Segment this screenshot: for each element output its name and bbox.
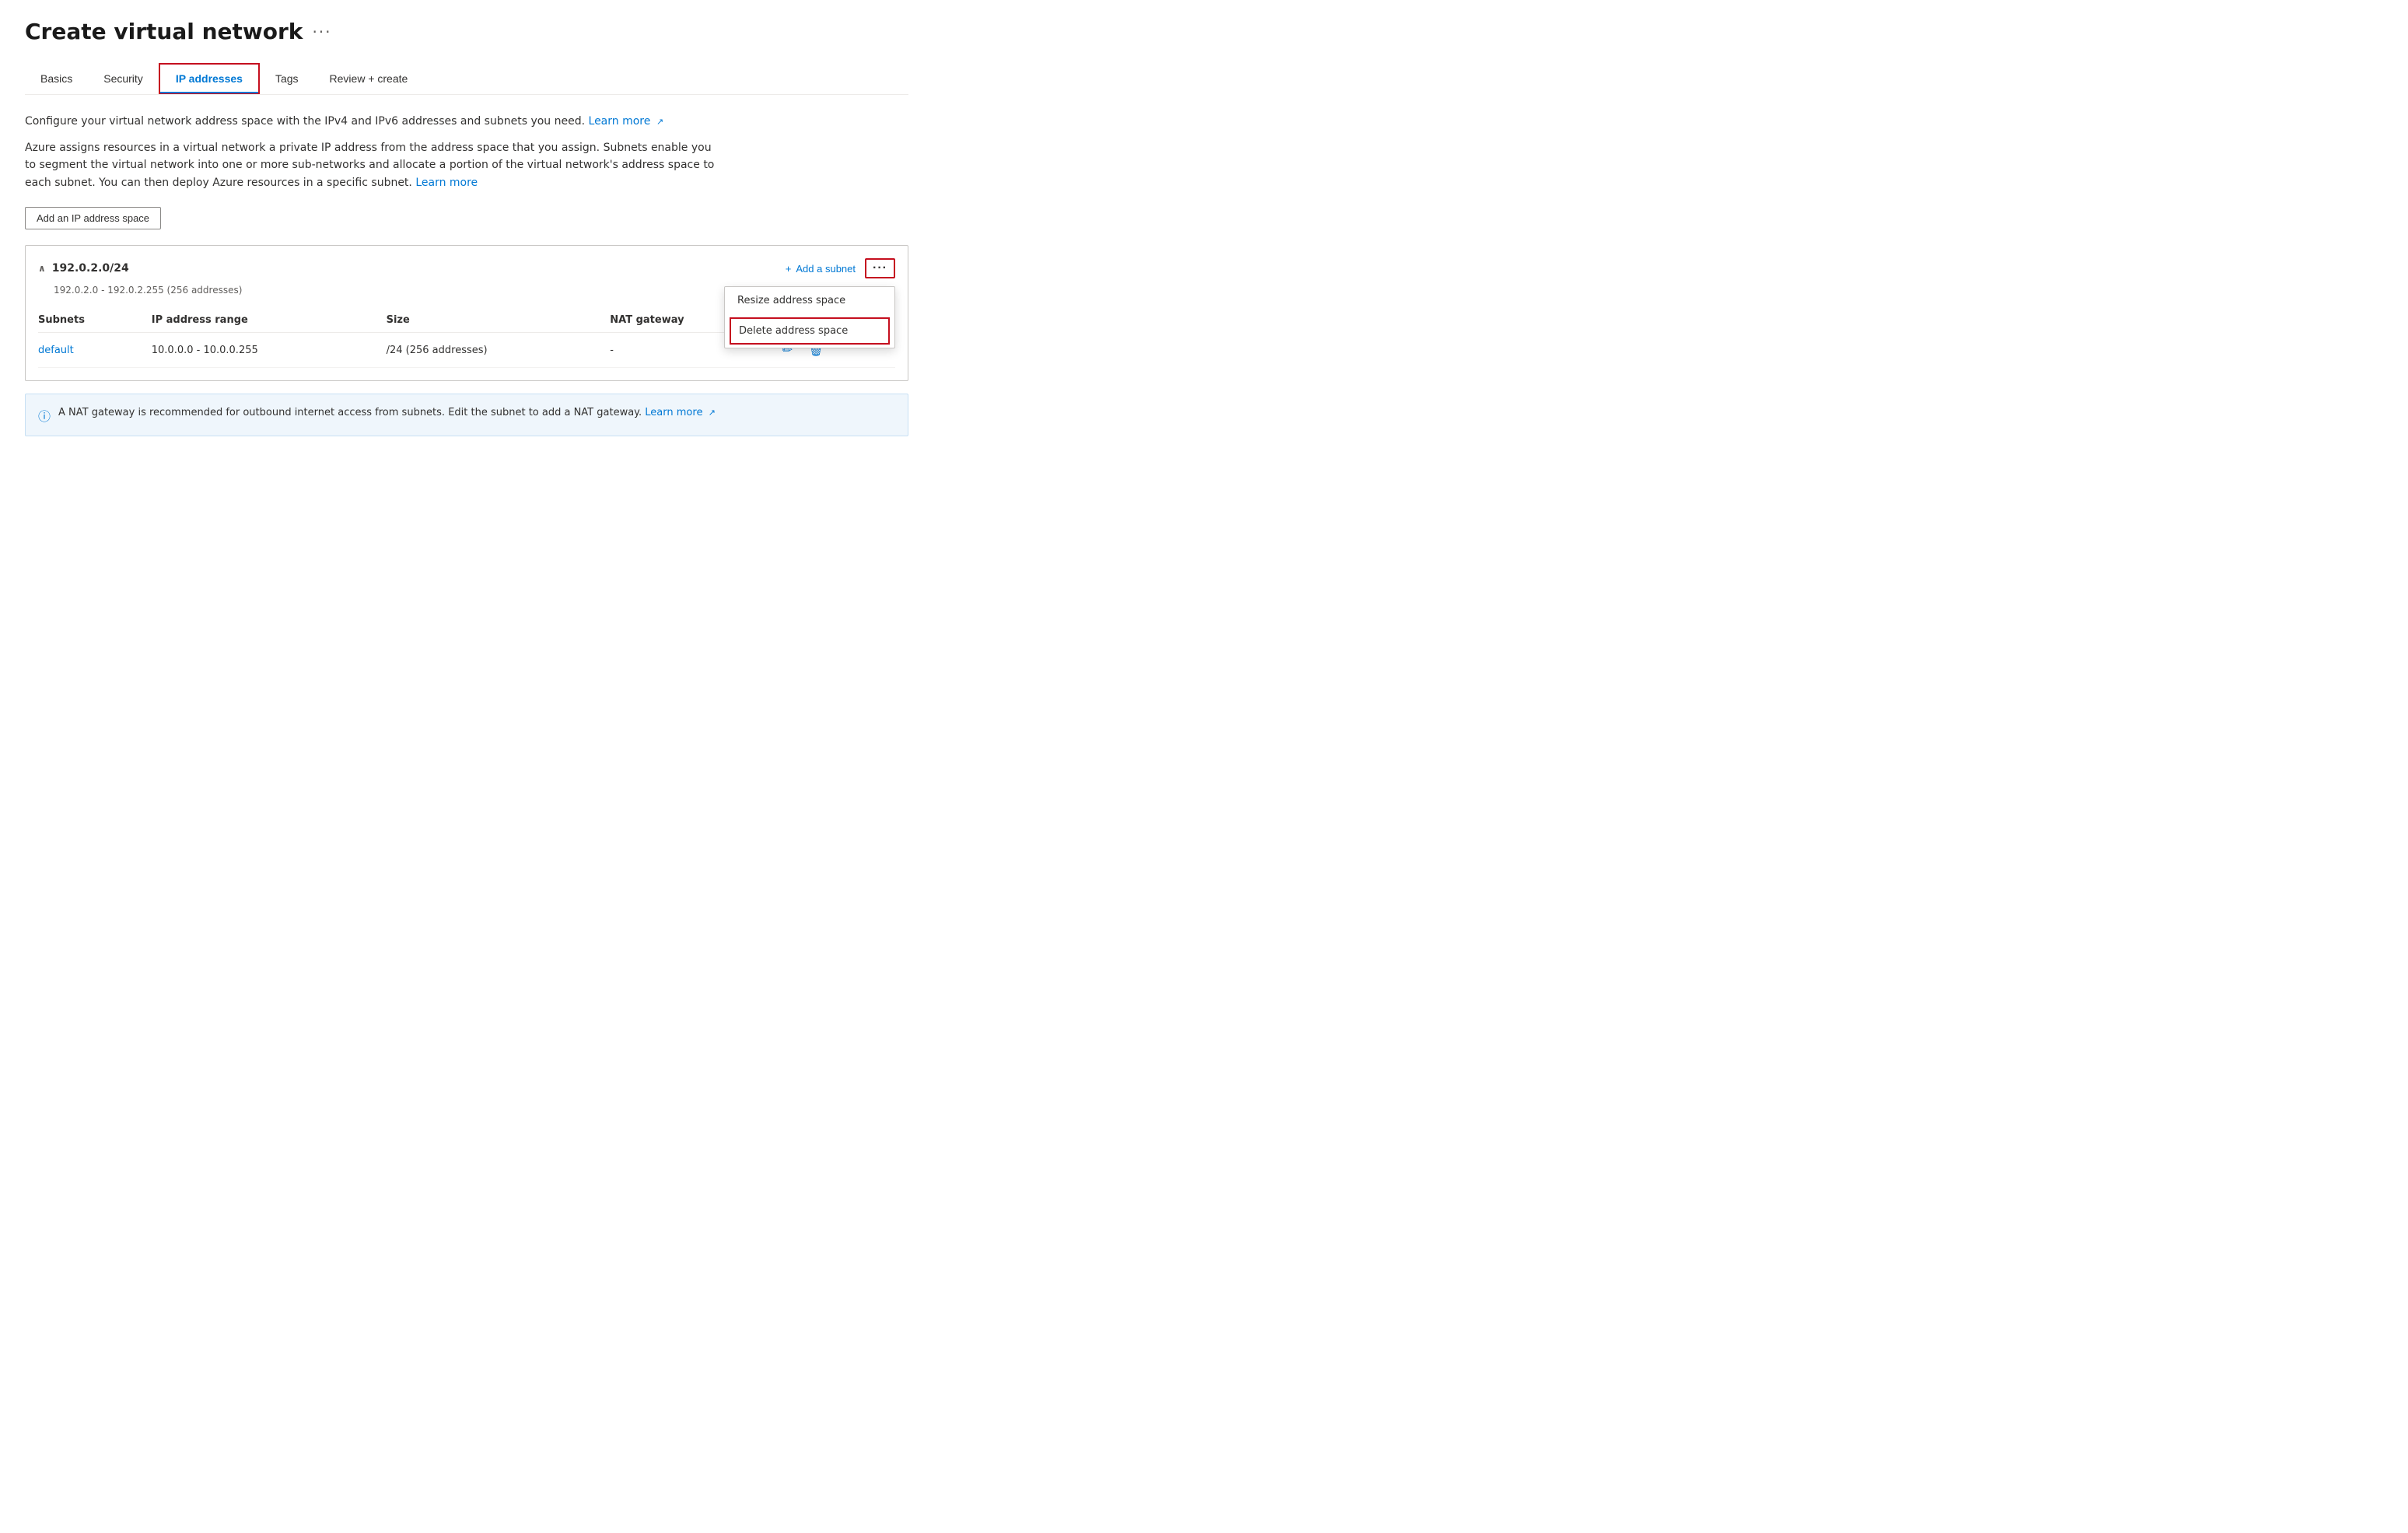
address-space-more-button[interactable]: ···	[865, 258, 895, 278]
tab-tags[interactable]: Tags	[260, 63, 314, 94]
add-ip-address-space-button[interactable]: Add an IP address space	[25, 207, 161, 229]
subnet-name-cell: default	[38, 333, 152, 368]
learn-more-link-primary[interactable]: Learn more ↗	[589, 115, 664, 128]
info-icon: ⓘ	[38, 406, 51, 425]
info-banner-text: A NAT gateway is recommended for outboun…	[58, 405, 716, 421]
resize-address-space-item[interactable]: Resize address space	[725, 287, 894, 314]
col-size: Size	[387, 308, 611, 333]
add-subnet-button[interactable]: + Add a subnet	[786, 263, 856, 275]
address-space-title: ∧ 192.0.2.0/24	[38, 262, 129, 275]
info-banner: ⓘ A NAT gateway is recommended for outbo…	[25, 394, 908, 436]
address-space-dropdown-menu: Resize address space Delete address spac…	[724, 286, 895, 348]
subnet-ip-range-cell: 10.0.0.0 - 10.0.0.255	[152, 333, 387, 368]
collapse-chevron-icon[interactable]: ∧	[38, 263, 46, 274]
col-subnets: Subnets	[38, 308, 152, 333]
subnet-size-cell: /24 (256 addresses)	[387, 333, 611, 368]
page-title: Create virtual network	[25, 19, 303, 44]
address-space-container: ∧ 192.0.2.0/24 + Add a subnet ··· Resize…	[25, 245, 908, 381]
page-title-row: Create virtual network ···	[25, 19, 908, 44]
description-primary: Configure your virtual network address s…	[25, 114, 908, 130]
subnet-name-link[interactable]: default	[38, 345, 74, 356]
address-space-cidr: 192.0.2.0/24	[52, 262, 129, 275]
tab-security[interactable]: Security	[88, 63, 159, 94]
external-link-icon-primary: ↗	[656, 116, 663, 129]
learn-more-link-banner[interactable]: Learn more ↗	[645, 407, 716, 418]
external-link-icon-banner: ↗	[709, 407, 716, 420]
page-options-button[interactable]: ···	[312, 23, 331, 41]
description-secondary: Azure assigns resources in a virtual net…	[25, 139, 725, 191]
delete-address-space-item[interactable]: Delete address space	[730, 317, 890, 345]
tab-bar: Basics Security IP addresses Tags Review…	[25, 63, 908, 95]
col-ip-range: IP address range	[152, 308, 387, 333]
tab-review-create[interactable]: Review + create	[314, 63, 424, 94]
plus-icon: +	[786, 263, 792, 275]
tab-ip-addresses[interactable]: IP addresses	[159, 63, 260, 94]
address-space-actions: + Add a subnet ··· Resize address space …	[786, 258, 895, 278]
learn-more-link-secondary[interactable]: Learn more	[415, 177, 478, 189]
tab-basics[interactable]: Basics	[25, 63, 88, 94]
address-space-header: ∧ 192.0.2.0/24 + Add a subnet ··· Resize…	[38, 258, 895, 278]
